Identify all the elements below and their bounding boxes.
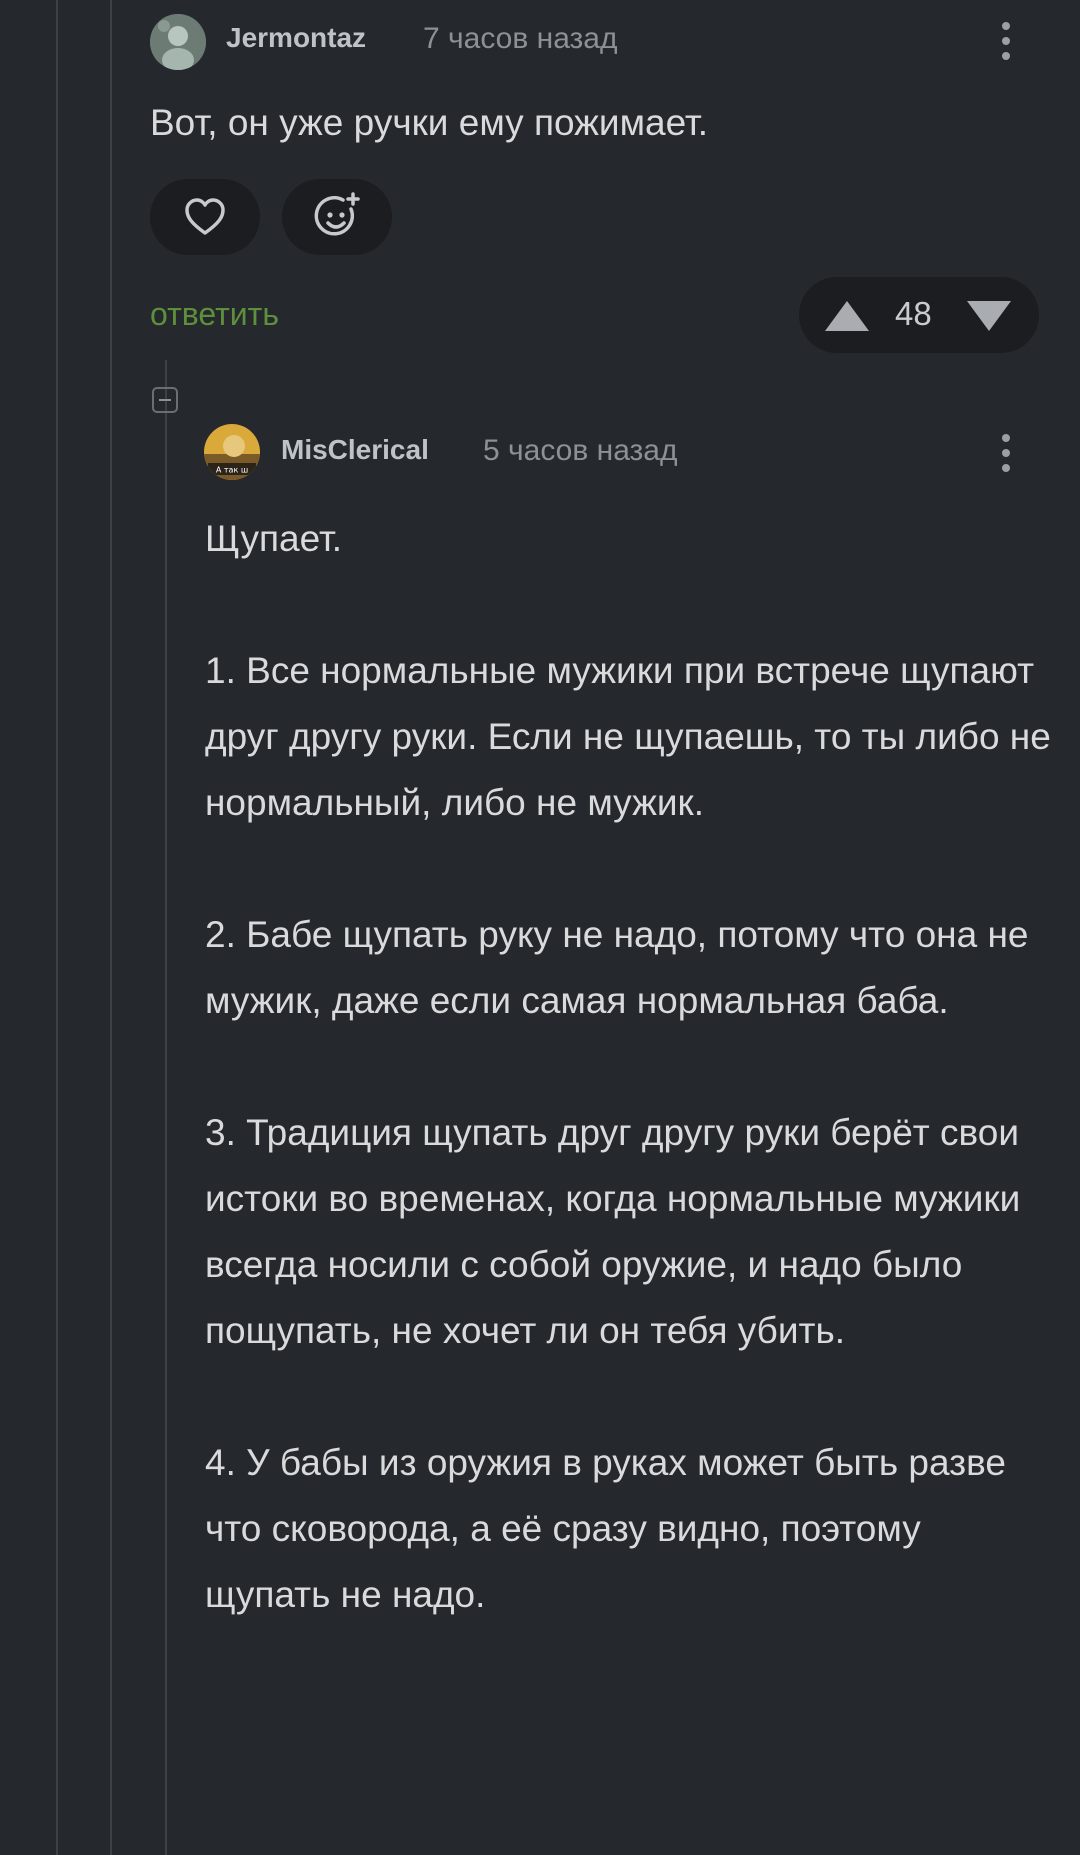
more-vertical-icon[interactable] (991, 16, 1021, 66)
avatar[interactable] (150, 14, 206, 70)
comment-text: Вот, он уже ручки ему пожимает. (150, 102, 709, 143)
timestamp: 7 часов назад (423, 22, 618, 55)
thread-line-reply (165, 360, 167, 1855)
more-vertical-icon[interactable] (991, 428, 1021, 478)
add-reaction-button[interactable] (282, 179, 392, 255)
heart-icon (185, 198, 225, 235)
timestamp: 5 часов назад (483, 434, 678, 467)
reply-link[interactable]: ответить (150, 296, 279, 333)
rating-value: 48 (895, 295, 932, 332)
comment-text: Щупает. 1. Все нормальные мужики при вст… (205, 518, 1051, 1615)
emoji-add-icon (314, 192, 360, 236)
arrow-up-icon[interactable] (823, 299, 871, 333)
collapse-icon[interactable] (152, 387, 178, 413)
arrow-down-icon[interactable] (965, 299, 1013, 333)
thread-line-outer (56, 0, 58, 1855)
rating-block: 48 (799, 277, 1039, 353)
svg-text:А так ш: А так ш (216, 466, 248, 475)
thread-line-level1 (110, 0, 112, 1855)
avatar[interactable]: А так ш (204, 424, 260, 480)
username[interactable]: MisClerical (281, 434, 429, 466)
username[interactable]: Jermontaz (226, 22, 366, 54)
like-button[interactable] (150, 179, 260, 255)
